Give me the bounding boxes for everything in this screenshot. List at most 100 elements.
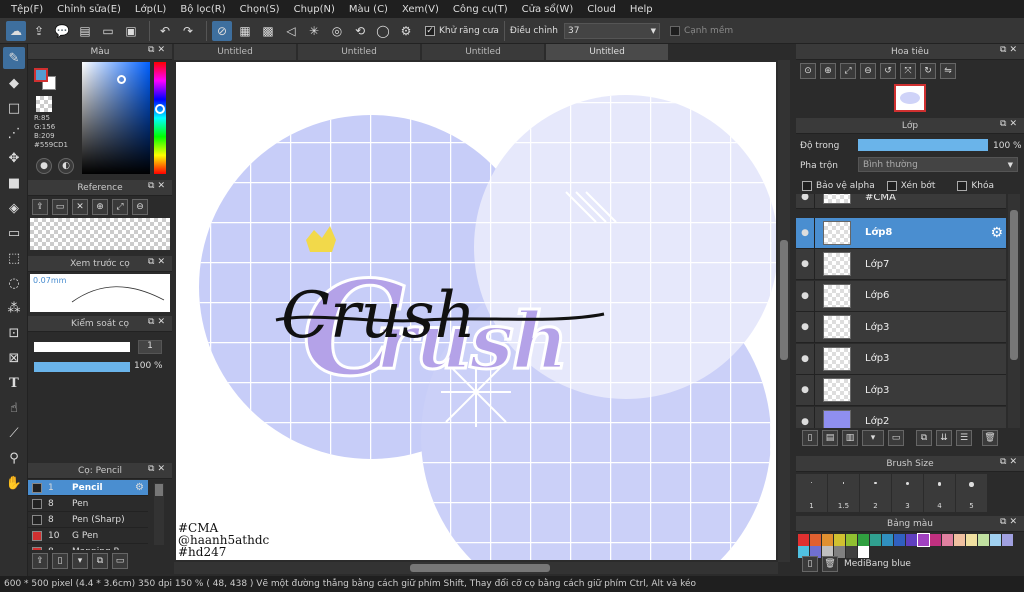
lock-checkbox[interactable] (957, 181, 968, 191)
smooth-edge-toggle[interactable]: Cạnh mềm (669, 25, 733, 36)
color-wheel-icon[interactable]: ◐ (58, 158, 74, 174)
brush-size-value[interactable]: 1 (138, 340, 162, 354)
comment-icon[interactable]: 💬 (52, 21, 72, 41)
menu-item[interactable]: Cloud (587, 4, 616, 15)
horizontal-scrollbar[interactable] (174, 562, 778, 574)
perspective-snap-icon[interactable]: ◁ (281, 21, 301, 41)
tab-document[interactable]: Untitled (174, 44, 296, 60)
vertical-scroll-thumb[interactable] (780, 240, 788, 360)
vertical-scrollbar[interactable] (778, 60, 790, 562)
layer-scrollbar[interactable] (1008, 194, 1020, 428)
move-tool-icon[interactable]: ✥ (3, 147, 25, 169)
transparent-swatch[interactable] (36, 96, 52, 112)
color-swatch[interactable] (942, 534, 953, 546)
eye-icon[interactable]: ● (796, 194, 814, 202)
reset-view-icon[interactable]: ⤧ (900, 63, 916, 79)
grid-snap-icon[interactable]: ▩ (258, 21, 278, 41)
brush-tool-icon[interactable]: ✎ (3, 47, 25, 69)
layer-row[interactable]: ● Lớp6 (796, 280, 1006, 312)
panel-close-icon[interactable]: ⧉✕ (148, 257, 168, 267)
menu-item[interactable]: Xem(V) (402, 4, 439, 15)
menu-item[interactable]: Chụp(N) (294, 4, 335, 15)
color-swatch[interactable] (834, 534, 845, 546)
layer-row[interactable]: ● Lớp8 ⚙ (796, 217, 1006, 249)
color-swatch[interactable] (917, 533, 930, 547)
new-text-layer-icon[interactable]: ▥ (842, 430, 858, 446)
canvas-area[interactable]: C rush Crush #CMA @haanh5athdc #hd247 (174, 60, 792, 576)
hue-slider-handle[interactable] (155, 104, 165, 114)
menu-item[interactable]: Công cụ(T) (453, 4, 508, 15)
brush-size-option[interactable]: 1.5 (828, 474, 859, 512)
menu-item[interactable]: Chọn(S) (240, 4, 280, 15)
color-swatch[interactable] (846, 534, 857, 546)
rectangle-tool-icon[interactable]: □ (3, 97, 25, 119)
layer-row[interactable]: ● Lớp3 (796, 343, 1006, 375)
redo-icon[interactable]: ↷ (178, 21, 198, 41)
brush-size-option[interactable]: 5 (956, 474, 987, 512)
circle-snap-icon[interactable]: ◎ (327, 21, 347, 41)
upload-icon[interactable]: ⇪ (32, 199, 48, 215)
menu-item[interactable]: Cửa sổ(W) (522, 4, 574, 15)
tab-document[interactable]: Untitled (298, 44, 420, 60)
panel-close-icon[interactable]: ⧉✕ (1000, 457, 1020, 467)
brush-item[interactable]: 10 G Pen (28, 528, 148, 544)
zoom-out-icon[interactable]: ⊖ (132, 199, 148, 215)
merge-layer-icon[interactable]: ⇊ (936, 430, 952, 446)
brush-size-option[interactable]: 4 (924, 474, 955, 512)
eraser-tool-icon[interactable]: ◆ (3, 72, 25, 94)
brush-opacity-slider[interactable] (34, 362, 130, 372)
panel-close-icon[interactable]: ⧉✕ (1000, 45, 1020, 55)
tab-document[interactable]: Untitled (422, 44, 544, 60)
brush-size-option[interactable]: 3 (892, 474, 923, 512)
gear-icon[interactable]: ⚙ (990, 225, 1003, 241)
navigator-thumbnail[interactable] (894, 84, 926, 112)
tab-document[interactable]: Untitled (546, 44, 668, 60)
new-halftone-layer-icon[interactable]: ▤ (822, 430, 838, 446)
layer-row[interactable]: ● Lớp3 (796, 312, 1006, 343)
text-tool-icon[interactable]: T (3, 372, 25, 394)
fit-icon[interactable]: ⤢ (112, 199, 128, 215)
brush-upload-icon[interactable]: ⇪ (32, 553, 48, 569)
display-icon[interactable]: ▭ (98, 21, 118, 41)
layer-row[interactable]: ● #CMA (796, 194, 1006, 209)
brush-size-option[interactable]: 2 (860, 474, 891, 512)
brush-item[interactable]: 1 Pencil ⚙ (28, 480, 148, 496)
smooth-edge-checkbox[interactable] (669, 25, 680, 36)
new-palette-icon[interactable]: ▯ (802, 556, 818, 572)
flip-icon[interactable]: ⇋ (940, 63, 956, 79)
brush-item[interactable]: 8 Pen (28, 496, 148, 512)
color-swatch[interactable] (978, 534, 989, 546)
eye-icon[interactable]: ● (796, 354, 814, 364)
fill-rect-tool-icon[interactable]: ■ (3, 172, 25, 194)
panel-close-icon[interactable]: ⧉✕ (148, 317, 168, 327)
rotate-left-icon[interactable]: ↺ (880, 63, 896, 79)
delete-palette-icon[interactable]: 🗑 (822, 556, 838, 572)
layer-row[interactable]: ● Lớp3 (796, 375, 1006, 406)
menu-item[interactable]: Tệp(F) (11, 4, 43, 15)
dot-brush-tool-icon[interactable]: ⋰ (3, 122, 25, 144)
layer-row[interactable]: ● Lớp2 (796, 406, 1006, 428)
color-swatch[interactable] (870, 534, 881, 546)
zoom-fit-icon[interactable]: ⊙ (800, 63, 816, 79)
parallel-snap-icon[interactable]: ▦ (235, 21, 255, 41)
brush-size-option[interactable]: 1 (796, 474, 827, 512)
settings-icon[interactable]: ⚙ (396, 21, 416, 41)
eyedropper-tool-icon[interactable]: ⚲ (3, 447, 25, 469)
select-rect-tool-icon[interactable]: ⬚ (3, 247, 25, 269)
blend-mode-dropdown[interactable]: Bình thường ▼ (858, 157, 1018, 172)
radial-snap-icon[interactable]: ✳ (304, 21, 324, 41)
horizontal-scroll-thumb[interactable] (410, 564, 550, 572)
layer-row[interactable]: ● Lớp7 (796, 249, 1006, 280)
eye-icon[interactable]: ● (796, 259, 814, 269)
layer-scroll-thumb[interactable] (1010, 210, 1018, 360)
select-pen-tool-icon[interactable]: ⊡ (3, 322, 25, 344)
adjust-dropdown[interactable]: 37 ▼ (563, 22, 660, 39)
brush-copy-icon[interactable]: ⧉ (92, 553, 108, 569)
panel-close-icon[interactable]: ⧉✕ (1000, 119, 1020, 129)
layer-opacity-slider[interactable] (858, 139, 988, 151)
brush-folder-icon[interactable]: ▭ (112, 553, 128, 569)
eye-icon[interactable]: ● (796, 417, 814, 427)
brush-add-icon[interactable]: ▾ (72, 553, 88, 569)
hue-slider[interactable] (154, 62, 166, 174)
reference-canvas[interactable] (30, 218, 170, 250)
